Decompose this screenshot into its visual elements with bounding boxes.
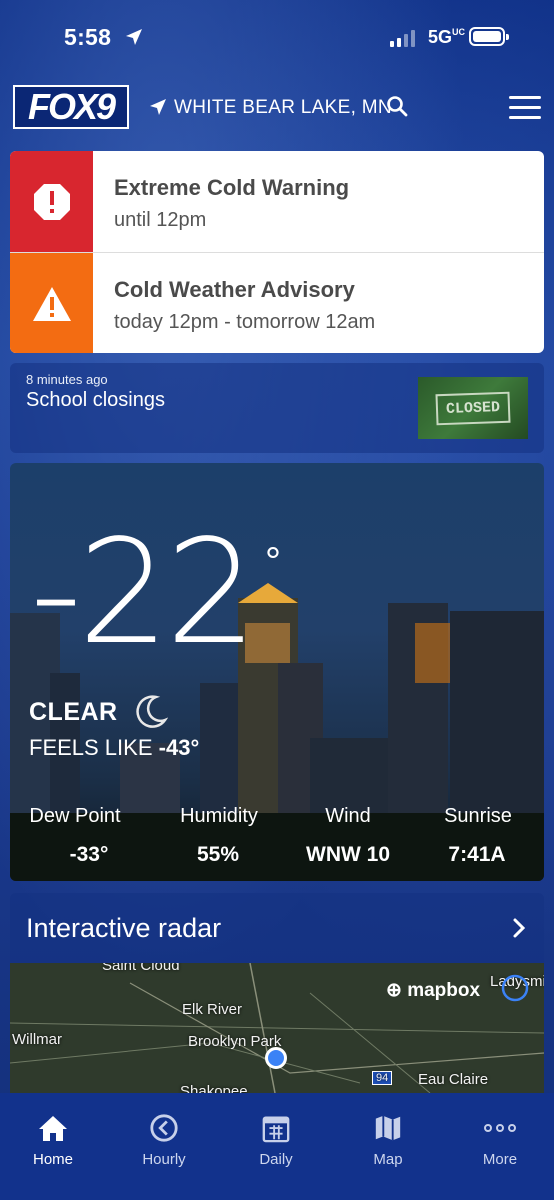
school-closings-card[interactable]: 8 minutes ago School closings CLOSED <box>10 363 544 453</box>
wind-value: WNW 10 <box>306 843 390 866</box>
octagon-warning-icon <box>33 183 70 220</box>
status-bar: 5:58 5GUC <box>0 0 554 78</box>
story-time-ago: 8 minutes ago <box>26 372 108 387</box>
nav-hourly[interactable]: Hourly <box>114 1113 214 1168</box>
closed-sign: CLOSED <box>435 391 511 425</box>
network-type: 5GUC <box>428 27 466 47</box>
sunrise-label: Sunrise <box>444 805 512 827</box>
bottom-navigation: Home Hourly Daily Map More <box>0 1093 554 1200</box>
nav-label: Home <box>32 1151 73 1168</box>
location-arrow-icon <box>150 99 166 115</box>
clock-icon <box>150 1114 178 1142</box>
mapbox-logo: mapbox <box>407 980 481 1001</box>
story-headline: School closings <box>26 389 165 411</box>
mapbox-attribution[interactable]: ⊕ mapbox <box>386 979 480 1002</box>
location-name[interactable]: WHITE BEAR LAKE, MN <box>174 97 392 119</box>
dew-point-value: -33° <box>69 843 109 866</box>
alert-cold-weather-advisory[interactable]: Cold Weather Advisory today 12pm - tomor… <box>10 252 544 353</box>
humidity-value: 55% <box>196 843 240 866</box>
status-time: 5:58 <box>64 24 112 50</box>
alert-title: Cold Weather Advisory <box>114 277 355 302</box>
map-info-icon[interactable] <box>500 973 530 1003</box>
calendar-icon <box>262 1116 290 1143</box>
triangle-warning-icon <box>32 286 71 321</box>
nav-daily[interactable]: Daily <box>226 1113 326 1168</box>
map-place-label: Shakopee <box>180 1083 248 1093</box>
nav-more[interactable]: More <box>450 1113 550 1168</box>
nav-map[interactable]: Map <box>338 1113 438 1168</box>
alert-subtitle: until 12pm <box>114 209 207 231</box>
radar-map[interactable]: Saint Cloud Elk River Willmar Brooklyn P… <box>10 963 544 1093</box>
more-icon <box>484 1124 516 1132</box>
nav-label: Map <box>373 1151 403 1168</box>
map-icon <box>375 1115 401 1141</box>
current-temperature: -22 <box>30 508 257 676</box>
weather-alerts: Extreme Cold Warning until 12pm Cold Wea… <box>10 151 544 353</box>
alert-icon-box <box>10 151 93 252</box>
hamburger-menu-icon[interactable] <box>509 96 541 120</box>
nav-label: Daily <box>259 1151 293 1168</box>
map-place-label: Eau Claire <box>418 1071 489 1088</box>
sunrise-value: 7:41A <box>448 843 506 866</box>
map-place-label: Saint Cloud <box>102 963 180 974</box>
moon-icon <box>136 695 168 728</box>
cellular-signal-icon <box>390 29 415 47</box>
feels-like: FEELS LIKE -43° <box>29 735 199 761</box>
map-place-label: Willmar <box>12 1031 62 1048</box>
alert-icon-box <box>10 253 93 353</box>
feels-like-label: FEELS LIKE <box>29 735 153 760</box>
map-place-label: Brooklyn Park <box>188 1033 282 1050</box>
alert-title: Extreme Cold Warning <box>114 175 350 200</box>
interactive-radar-header[interactable]: Interactive radar <box>10 893 544 963</box>
feels-like-value: -43° <box>158 735 200 760</box>
wind-label: Wind <box>325 805 371 827</box>
fox9-logo[interactable]: FOX9 <box>13 85 129 129</box>
nav-label: More <box>482 1151 518 1168</box>
dew-point-label: Dew Point <box>29 805 121 827</box>
alert-subtitle: today 12pm - tomorrow 12am <box>114 311 376 333</box>
app-header: FOX9 WHITE BEAR LAKE, MN <box>0 84 554 132</box>
degree-symbol: ° <box>265 540 281 584</box>
location-services-icon <box>126 29 142 45</box>
battery-icon <box>469 27 509 46</box>
home-icon <box>39 1116 67 1141</box>
interstate-shield-icon: 94 <box>372 1071 393 1085</box>
condition-label: CLEAR <box>29 698 118 726</box>
nav-label: Hourly <box>142 1151 186 1168</box>
chevron-right-icon <box>513 918 526 938</box>
humidity-label: Humidity <box>180 805 258 827</box>
alert-extreme-cold-warning[interactable]: Extreme Cold Warning until 12pm <box>10 151 544 252</box>
nav-home[interactable]: Home <box>3 1113 103 1168</box>
radar-title: Interactive radar <box>26 913 222 943</box>
search-icon[interactable] <box>386 95 408 117</box>
current-location-dot <box>265 1047 287 1069</box>
story-thumbnail: CLOSED <box>418 377 528 439</box>
map-place-label: Elk River <box>182 1001 243 1018</box>
